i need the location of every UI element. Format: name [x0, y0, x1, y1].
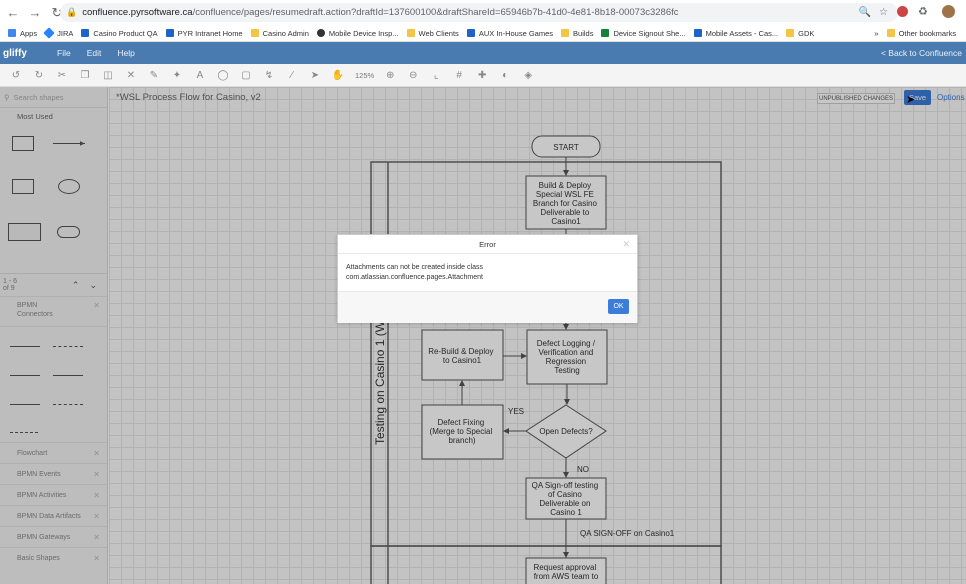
- close-icon[interactable]: ✕: [622, 239, 630, 250]
- mouse-cursor-icon: ➤: [906, 94, 916, 106]
- ok-button[interactable]: OK: [608, 299, 629, 314]
- dialog-message: Attachments can not be created inside cl…: [346, 264, 483, 281]
- dialog-footer: OK: [338, 291, 637, 323]
- dialog-title: Error ✕: [338, 235, 637, 254]
- error-dialog: Error ✕ Attachments can not be created i…: [337, 234, 638, 323]
- modal-overlay[interactable]: [0, 87, 966, 584]
